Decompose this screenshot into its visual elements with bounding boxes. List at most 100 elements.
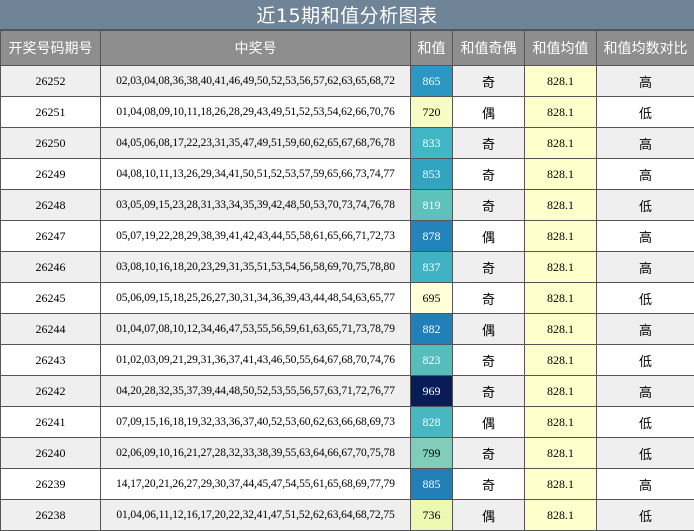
cell-compare: 高 bbox=[597, 128, 694, 159]
cell-parity: 奇 bbox=[453, 252, 525, 283]
table-row: 2625004,05,06,08,17,22,23,31,35,47,49,51… bbox=[1, 128, 694, 159]
cell-sum: 720 bbox=[411, 97, 453, 128]
header-row: 开奖号码期号 中奖号 和值 和值奇偶 和值均值 和值均数对比 bbox=[1, 31, 694, 66]
table-row: 2625101,04,08,09,10,11,18,26,28,29,43,49… bbox=[1, 97, 694, 128]
table-row: 2625202,03,04,08,36,38,40,41,46,49,50,52… bbox=[1, 66, 694, 97]
cell-sum: 833 bbox=[411, 128, 453, 159]
cell-parity: 偶 bbox=[453, 314, 525, 345]
cell-numbers: 07,09,15,16,18,19,32,33,36,37,40,52,53,6… bbox=[101, 407, 411, 438]
cell-issue: 26243 bbox=[1, 345, 101, 376]
cell-issue: 26249 bbox=[1, 159, 101, 190]
cell-issue: 26240 bbox=[1, 438, 101, 469]
table-row: 2624401,04,07,08,10,12,34,46,47,53,55,56… bbox=[1, 314, 694, 345]
cell-numbers: 14,17,20,21,26,27,29,30,37,44,45,47,54,5… bbox=[101, 469, 411, 500]
cell-parity: 奇 bbox=[453, 159, 525, 190]
cell-avg: 828.1 bbox=[525, 314, 597, 345]
cell-issue: 26252 bbox=[1, 66, 101, 97]
cell-parity: 偶 bbox=[453, 97, 525, 128]
cell-issue: 26246 bbox=[1, 252, 101, 283]
cell-sum: 837 bbox=[411, 252, 453, 283]
header-issue: 开奖号码期号 bbox=[1, 31, 101, 66]
page-title: 近15期和值分析图表 bbox=[0, 0, 694, 30]
cell-avg: 828.1 bbox=[525, 159, 597, 190]
cell-compare: 高 bbox=[597, 376, 694, 407]
cell-avg: 828.1 bbox=[525, 283, 597, 314]
cell-sum: 865 bbox=[411, 66, 453, 97]
table-row: 2624301,02,03,09,21,29,31,36,37,41,43,46… bbox=[1, 345, 694, 376]
cell-parity: 奇 bbox=[453, 469, 525, 500]
cell-issue: 26247 bbox=[1, 221, 101, 252]
cell-numbers: 04,05,06,08,17,22,23,31,35,47,49,51,59,6… bbox=[101, 128, 411, 159]
table-row: 2624803,05,09,15,23,28,31,33,34,35,39,42… bbox=[1, 190, 694, 221]
cell-numbers: 01,04,08,09,10,11,18,26,28,29,43,49,51,5… bbox=[101, 97, 411, 128]
cell-avg: 828.1 bbox=[525, 407, 597, 438]
cell-sum: 853 bbox=[411, 159, 453, 190]
cell-avg: 828.1 bbox=[525, 376, 597, 407]
cell-avg: 828.1 bbox=[525, 500, 597, 531]
cell-numbers: 01,04,07,08,10,12,34,46,47,53,55,56,59,6… bbox=[101, 314, 411, 345]
cell-compare: 高 bbox=[597, 66, 694, 97]
table-row: 2624002,06,09,10,16,21,27,28,32,33,38,39… bbox=[1, 438, 694, 469]
cell-sum: 695 bbox=[411, 283, 453, 314]
cell-parity: 奇 bbox=[453, 438, 525, 469]
cell-issue: 26245 bbox=[1, 283, 101, 314]
cell-avg: 828.1 bbox=[525, 345, 597, 376]
cell-numbers: 03,05,09,15,23,28,31,33,34,35,39,42,48,5… bbox=[101, 190, 411, 221]
cell-compare: 低 bbox=[597, 500, 694, 531]
table-row: 2624705,07,19,22,28,29,38,39,41,42,43,44… bbox=[1, 221, 694, 252]
header-sum: 和值 bbox=[411, 31, 453, 66]
table-body: 2625202,03,04,08,36,38,40,41,46,49,50,52… bbox=[1, 66, 694, 531]
cell-numbers: 04,20,28,32,35,37,39,44,48,50,52,53,55,5… bbox=[101, 376, 411, 407]
cell-compare: 低 bbox=[597, 97, 694, 128]
cell-issue: 26238 bbox=[1, 500, 101, 531]
cell-issue: 26251 bbox=[1, 97, 101, 128]
cell-parity: 偶 bbox=[453, 500, 525, 531]
cell-issue: 26241 bbox=[1, 407, 101, 438]
cell-avg: 828.1 bbox=[525, 97, 597, 128]
cell-sum: 736 bbox=[411, 500, 453, 531]
cell-avg: 828.1 bbox=[525, 221, 597, 252]
cell-parity: 奇 bbox=[453, 376, 525, 407]
cell-sum: 885 bbox=[411, 469, 453, 500]
cell-issue: 26244 bbox=[1, 314, 101, 345]
cell-numbers: 05,07,19,22,28,29,38,39,41,42,43,44,55,5… bbox=[101, 221, 411, 252]
cell-avg: 828.1 bbox=[525, 66, 597, 97]
sum-analysis-table: 开奖号码期号 中奖号 和值 和值奇偶 和值均值 和值均数对比 2625202,0… bbox=[0, 30, 694, 531]
cell-sum: 823 bbox=[411, 345, 453, 376]
cell-sum: 882 bbox=[411, 314, 453, 345]
cell-issue: 26250 bbox=[1, 128, 101, 159]
cell-parity: 偶 bbox=[453, 221, 525, 252]
cell-issue: 26239 bbox=[1, 469, 101, 500]
cell-issue: 26248 bbox=[1, 190, 101, 221]
header-compare: 和值均数对比 bbox=[597, 31, 694, 66]
header-numbers: 中奖号 bbox=[101, 31, 411, 66]
cell-compare: 低 bbox=[597, 438, 694, 469]
cell-compare: 低 bbox=[597, 345, 694, 376]
cell-numbers: 05,06,09,15,18,25,26,27,30,31,34,36,39,4… bbox=[101, 283, 411, 314]
cell-sum: 969 bbox=[411, 376, 453, 407]
cell-compare: 高 bbox=[597, 314, 694, 345]
chart-page: 近15期和值分析图表 开奖号码期号 中奖号 和值 和值奇偶 和值均值 和值均数对… bbox=[0, 0, 694, 530]
cell-parity: 奇 bbox=[453, 283, 525, 314]
cell-numbers: 02,03,04,08,36,38,40,41,46,49,50,52,53,5… bbox=[101, 66, 411, 97]
cell-numbers: 03,08,10,16,18,20,23,29,31,35,51,53,54,5… bbox=[101, 252, 411, 283]
table-row: 2624107,09,15,16,18,19,32,33,36,37,40,52… bbox=[1, 407, 694, 438]
table-row: 2623801,04,06,11,12,16,17,20,22,32,41,47… bbox=[1, 500, 694, 531]
cell-parity: 奇 bbox=[453, 128, 525, 159]
cell-avg: 828.1 bbox=[525, 252, 597, 283]
cell-avg: 828.1 bbox=[525, 190, 597, 221]
cell-parity: 奇 bbox=[453, 345, 525, 376]
cell-numbers: 01,02,03,09,21,29,31,36,37,41,43,46,50,5… bbox=[101, 345, 411, 376]
cell-sum: 828 bbox=[411, 407, 453, 438]
cell-numbers: 04,08,10,11,13,26,29,34,41,50,51,52,53,5… bbox=[101, 159, 411, 190]
table-row: 2624505,06,09,15,18,25,26,27,30,31,34,36… bbox=[1, 283, 694, 314]
cell-compare: 高 bbox=[597, 469, 694, 500]
cell-avg: 828.1 bbox=[525, 128, 597, 159]
cell-compare: 高 bbox=[597, 221, 694, 252]
cell-sum: 819 bbox=[411, 190, 453, 221]
table-row: 2624904,08,10,11,13,26,29,34,41,50,51,52… bbox=[1, 159, 694, 190]
cell-compare: 高 bbox=[597, 252, 694, 283]
cell-compare: 低 bbox=[597, 190, 694, 221]
cell-compare: 低 bbox=[597, 283, 694, 314]
table-row: 2623914,17,20,21,26,27,29,30,37,44,45,47… bbox=[1, 469, 694, 500]
